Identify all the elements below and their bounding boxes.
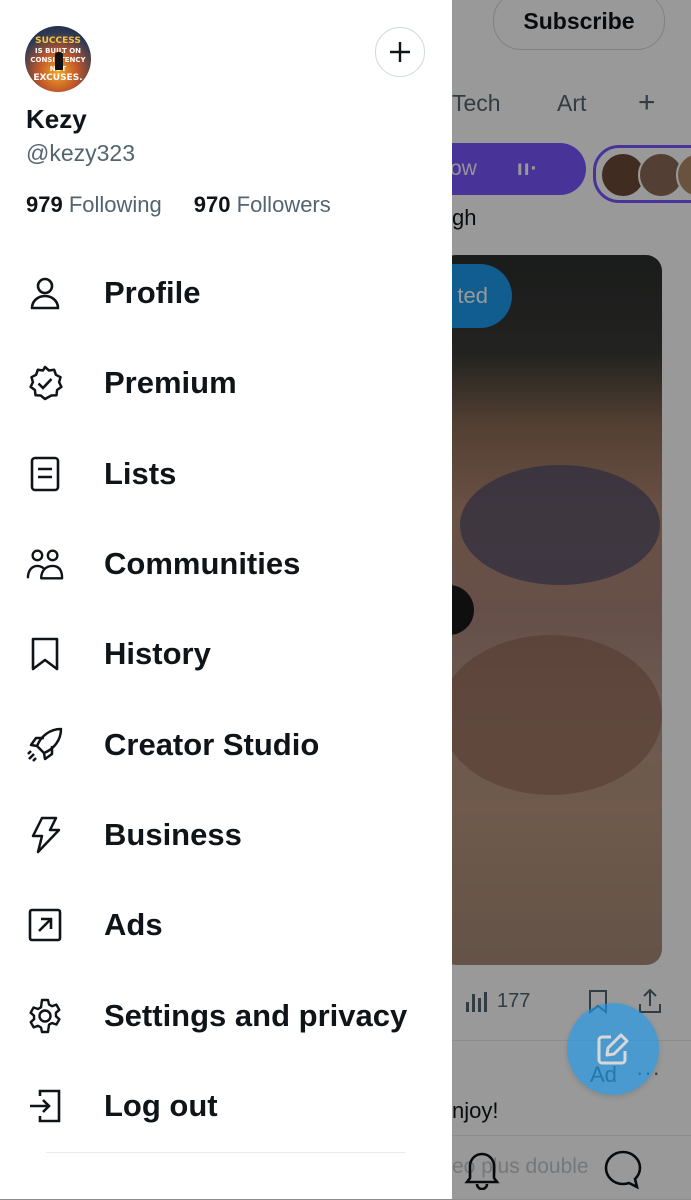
list-icon <box>26 455 64 493</box>
person-icon <box>26 274 64 312</box>
add-tab-button[interactable]: + <box>638 86 656 120</box>
tab-tech[interactable]: Tech <box>452 90 501 117</box>
menu-item-ads[interactable]: Ads <box>0 880 452 970</box>
post-text: gh <box>452 205 477 230</box>
rocket-icon <box>26 726 64 764</box>
spaces-text: ow <box>450 157 477 180</box>
plus-icon <box>390 42 410 62</box>
navigation-drawer: SUCCESS IS BUILT ON CONSISTENCY NOT EXCU… <box>0 0 452 1199</box>
badge-text: ted <box>457 283 488 308</box>
menu-item-history[interactable]: History <box>0 609 452 699</box>
menu-label: Business <box>104 816 242 852</box>
spaces-avatars[interactable] <box>593 145 691 203</box>
user-name: Kezy <box>26 104 87 134</box>
menu-item-profile[interactable]: Profile <box>0 248 452 338</box>
post-text: njoy! <box>452 1098 499 1123</box>
arrow-up-right-box-icon <box>26 906 64 944</box>
lightning-icon <box>26 816 64 854</box>
audio-bars-icon: ıı· <box>516 157 539 180</box>
views-stat[interactable]: 177 <box>466 990 530 1013</box>
bookmark-icon <box>26 635 64 673</box>
gear-icon <box>26 997 64 1035</box>
share-icon[interactable] <box>638 988 662 1014</box>
user-handle: @kezy323 <box>26 140 136 166</box>
menu-label: Log out <box>104 1087 218 1123</box>
menu-item-creator-studio[interactable]: Creator Studio <box>0 699 452 789</box>
avatar-text: EXCUSES. <box>33 73 83 83</box>
followers-count: 970 <box>193 192 231 217</box>
following-label: Following <box>68 192 162 217</box>
following-link[interactable]: 979 Following <box>26 192 162 218</box>
bell-icon[interactable] <box>462 1148 502 1190</box>
menu-label: Ads <box>104 907 163 943</box>
spaces-live-bar[interactable]: ow ıı· <box>430 143 586 195</box>
messages-icon[interactable] <box>602 1148 644 1190</box>
menu-label: Lists <box>104 455 177 491</box>
tab-art[interactable]: Art <box>557 90 586 117</box>
menu-label: History <box>104 636 211 672</box>
menu-item-business[interactable]: Business <box>0 790 452 880</box>
menu-label: Creator Studio <box>104 726 320 762</box>
media-blur <box>440 635 662 795</box>
logout-icon <box>26 1087 64 1125</box>
menu-label: Settings and privacy <box>104 997 408 1033</box>
menu-item-communities[interactable]: Communities <box>0 519 452 609</box>
avatar[interactable]: SUCCESS IS BUILT ON CONSISTENCY NOT EXCU… <box>25 26 91 92</box>
menu-item-premium[interactable]: Premium <box>0 338 452 428</box>
avatar-text: SUCCESS <box>35 36 81 46</box>
subscribe-button[interactable]: Subscribe <box>493 0 665 50</box>
analytics-icon <box>466 991 487 1012</box>
followers-link[interactable]: 970 Followers <box>194 192 331 218</box>
menu-label: Communities <box>104 546 301 582</box>
avatar-figure <box>55 52 63 70</box>
following-count: 979 <box>26 192 63 217</box>
menu-item-lists[interactable]: Lists <box>0 429 452 519</box>
compose-button[interactable] <box>567 1003 659 1095</box>
follow-stats: 979 Following 970 Followers <box>26 192 331 218</box>
menu-label: Profile <box>104 275 201 311</box>
verified-badge-icon <box>26 364 64 402</box>
followers-label: Followers <box>236 192 331 217</box>
compose-icon <box>597 1033 629 1065</box>
divider <box>46 1152 405 1153</box>
menu-item-log-out[interactable]: Log out <box>0 1061 452 1151</box>
drawer-menu: Profile Premium Lists Communities Histor… <box>0 248 452 1151</box>
communities-icon <box>26 545 64 583</box>
menu-item-settings[interactable]: Settings and privacy <box>0 970 452 1060</box>
views-count: 177 <box>497 990 531 1012</box>
media-blur <box>460 465 660 585</box>
menu-label: Premium <box>104 365 237 401</box>
add-account-button[interactable] <box>375 27 425 77</box>
